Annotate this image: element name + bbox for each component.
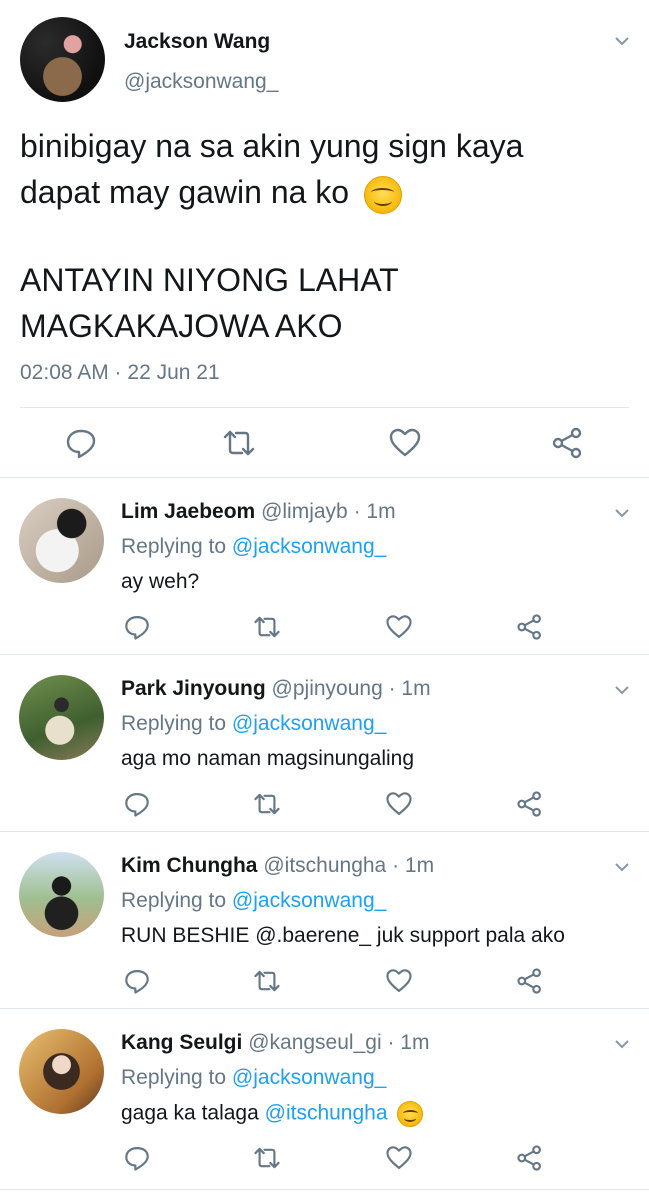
replying-to-link[interactable]: @jacksonwang_ (232, 1066, 386, 1089)
reply-icon[interactable] (64, 426, 98, 460)
replying-to: Replying to @jacksonwang_ (121, 712, 386, 736)
like-icon[interactable] (385, 967, 413, 995)
chevron-down-icon[interactable] (615, 1037, 629, 1051)
tweet-text-line: dapat may gawin na ko (20, 174, 402, 214)
share-icon[interactable] (516, 1144, 544, 1172)
like-icon[interactable] (388, 426, 422, 460)
retweet-icon[interactable] (253, 1144, 281, 1172)
replying-to-label: Replying to (121, 712, 232, 735)
retweet-icon[interactable] (253, 613, 281, 641)
like-icon[interactable] (385, 1144, 413, 1172)
reply-icon[interactable] (123, 1144, 151, 1172)
share-icon[interactable] (516, 790, 544, 818)
avatar[interactable] (19, 675, 104, 760)
reply-author-meta: @kangseul_gi · 1m (248, 1031, 430, 1054)
reply-text: aga mo naman magsinungaling (121, 747, 415, 770)
reply-icon[interactable] (123, 967, 151, 995)
tweet-text-line: binibigay na sa akin yung sign kaya (20, 128, 524, 164)
share-icon[interactable] (516, 613, 544, 641)
replying-to: Replying to @jacksonwang_ (121, 889, 386, 913)
share-icon[interactable] (551, 426, 585, 460)
reply-author[interactable]: Lim Jaebeom @limjayb · 1m (121, 500, 396, 524)
reply-author-name: Park Jinyoung (121, 677, 266, 700)
reply-text: ay weh? (121, 570, 200, 593)
main-tweet: Jackson Wang @jacksonwang_ binibigay na … (0, 0, 649, 478)
avatar[interactable] (19, 1029, 104, 1114)
avatar[interactable] (19, 498, 104, 583)
like-icon[interactable] (385, 790, 413, 818)
replying-to-link[interactable]: @jacksonwang_ (232, 889, 386, 912)
reply-author[interactable]: Kim Chungha @itschungha · 1m (121, 854, 434, 878)
author-handle[interactable]: @jacksonwang_ (124, 70, 278, 94)
chevron-down-icon[interactable] (615, 506, 629, 520)
replying-to-link[interactable]: @jacksonwang_ (232, 535, 386, 558)
divider (0, 1189, 649, 1190)
reply-author-name: Lim Jaebeom (121, 500, 256, 523)
replying-to-label: Replying to (121, 535, 232, 558)
reply-text: RUN BESHIE @.baerene_ juk support pala a… (121, 924, 565, 947)
reply-author-name: Kang Seulgi (121, 1031, 243, 1054)
reply-icon[interactable] (123, 790, 151, 818)
retweet-icon[interactable] (253, 967, 281, 995)
chevron-down-icon[interactable] (615, 860, 629, 874)
avatar[interactable] (20, 17, 105, 102)
reply-text-span: gaga ka talaga (121, 1101, 265, 1125)
replying-to: Replying to @jacksonwang_ (121, 1066, 386, 1090)
chevron-down-icon[interactable] (615, 34, 629, 48)
reply-tweet[interactable]: Kang Seulgi @kangseul_gi · 1m Replying t… (0, 1009, 649, 1190)
divider (20, 407, 629, 408)
reply-tweet[interactable]: Kim Chungha @itschungha · 1m Replying to… (0, 832, 649, 1009)
share-icon[interactable] (516, 967, 544, 995)
mention-link[interactable]: @itschungha (265, 1102, 388, 1125)
chevron-down-icon[interactable] (615, 683, 629, 697)
author-name[interactable]: Jackson Wang (124, 30, 270, 54)
retweet-icon[interactable] (222, 426, 256, 460)
retweet-icon[interactable] (253, 790, 281, 818)
reply-author[interactable]: Park Jinyoung @pjinyoung · 1m (121, 677, 431, 701)
avatar[interactable] (19, 852, 104, 937)
timestamp[interactable]: 02:08 AM · 22 Jun 21 (20, 361, 220, 385)
reply-author-meta: @limjayb · 1m (261, 500, 396, 523)
reply-text: gaga ka talaga @itschungha (121, 1101, 424, 1127)
tweet-text-span: dapat may gawin na ko (20, 174, 350, 210)
laughing-face-emoji (397, 1101, 424, 1127)
reply-tweet[interactable]: Park Jinyoung @pjinyoung · 1m Replying t… (0, 655, 649, 832)
replying-to: Replying to @jacksonwang_ (121, 535, 386, 559)
replying-to-label: Replying to (121, 889, 232, 912)
reply-author-meta: @itschungha · 1m (263, 854, 435, 877)
replying-to-link[interactable]: @jacksonwang_ (232, 712, 386, 735)
reply-tweet[interactable]: Lim Jaebeom @limjayb · 1m Replying to @j… (0, 478, 649, 655)
replying-to-label: Replying to (121, 1066, 232, 1089)
tweet-text-line: ANTAYIN NIYONG LAHAT (20, 262, 399, 298)
reply-author[interactable]: Kang Seulgi @kangseul_gi · 1m (121, 1031, 429, 1055)
tweet-text-line: MAGKAKAJOWA AKO (20, 308, 343, 344)
smiling-face-emoji (363, 175, 402, 214)
reply-author-name: Kim Chungha (121, 854, 258, 877)
reply-author-meta: @pjinyoung · 1m (271, 677, 431, 700)
reply-icon[interactable] (123, 613, 151, 641)
like-icon[interactable] (385, 613, 413, 641)
